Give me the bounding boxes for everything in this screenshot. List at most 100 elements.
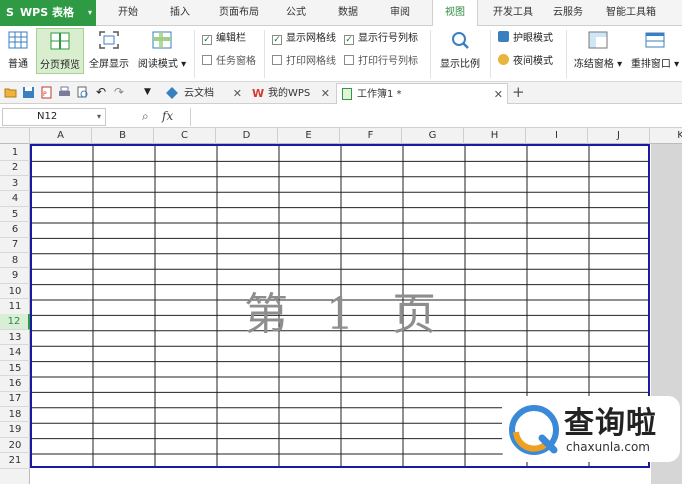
- eye-protection-icon: [498, 31, 509, 42]
- ribbon-view-panel: 普通 分页预览 全屏显示 阅读模式 ▾ ✓ 编辑栏 任务窗格 ✓ 显示网格线 打印网…: [0, 26, 682, 82]
- save-icon[interactable]: [22, 86, 35, 99]
- checkbox-unchecked-icon: [344, 55, 354, 65]
- tab-smart-toolbox[interactable]: 智能工具箱: [596, 0, 666, 26]
- column-header[interactable]: B: [92, 128, 154, 144]
- tab-review[interactable]: 审阅: [376, 0, 424, 26]
- close-icon[interactable]: ✕: [233, 83, 242, 104]
- tab-data[interactable]: 数据: [324, 0, 372, 26]
- row-header[interactable]: 19: [0, 422, 30, 438]
- freeze-panes-button[interactable]: 冻结窗格 ▾: [570, 28, 626, 74]
- reading-mode-icon: [152, 31, 172, 49]
- column-header[interactable]: H: [464, 128, 526, 144]
- show-gridlines-checkbox[interactable]: ✓ 显示网格线: [272, 32, 336, 46]
- column-header[interactable]: K: [650, 128, 682, 144]
- ribbon-divider: [194, 30, 195, 78]
- page-break-preview-icon: [50, 32, 70, 50]
- export-pdf-icon[interactable]: P: [40, 86, 53, 99]
- night-mode-label: 夜间模式: [513, 56, 553, 67]
- night-mode-button[interactable]: 夜间模式: [498, 54, 553, 68]
- fullscreen-button[interactable]: 全屏显示: [86, 28, 132, 74]
- column-header[interactable]: F: [340, 128, 402, 144]
- tab-developer[interactable]: 开发工具: [484, 0, 542, 26]
- print-gridlines-checkbox[interactable]: 打印网格线: [272, 55, 336, 69]
- formula-input[interactable]: [190, 108, 680, 126]
- close-icon[interactable]: ✕: [321, 83, 330, 104]
- tab-formulas[interactable]: 公式: [274, 0, 318, 26]
- column-header[interactable]: I: [526, 128, 588, 144]
- tab-page-layout[interactable]: 页面布局: [208, 0, 270, 26]
- chevron-down-icon[interactable]: ▾: [97, 109, 101, 125]
- doc-tab-my-wps[interactable]: W 我的WPS ✕: [248, 83, 334, 104]
- name-box[interactable]: N12 ▾: [2, 108, 106, 126]
- print-icon[interactable]: [58, 86, 71, 99]
- doc-tab-workbook1[interactable]: 工作簿1 * ✕: [336, 83, 508, 104]
- row-header[interactable]: 13: [0, 330, 30, 346]
- fx-icon[interactable]: fx: [162, 109, 173, 123]
- row-header[interactable]: 17: [0, 391, 30, 407]
- row-header[interactable]: 16: [0, 376, 30, 392]
- ribbon-divider: [430, 30, 431, 78]
- freeze-panes-dropdown-icon[interactable]: ▾: [614, 59, 622, 70]
- rearrange-windows-button[interactable]: 重排窗口 ▾: [628, 28, 682, 74]
- zoom-label: 显示比例: [440, 59, 480, 70]
- row-header[interactable]: 14: [0, 345, 30, 361]
- show-row-col-headers-checkbox[interactable]: ✓ 显示行号列标: [344, 32, 418, 46]
- row-header[interactable]: 15: [0, 361, 30, 377]
- show-row-col-headers-label: 显示行号列标: [358, 33, 418, 44]
- undo-icon[interactable]: ↶: [96, 85, 109, 99]
- app-menu-button[interactable]: S WPS 表格 ▾: [0, 0, 96, 26]
- row-header[interactable]: 18: [0, 407, 30, 423]
- column-header[interactable]: A: [30, 128, 92, 144]
- row-header[interactable]: 3: [0, 176, 30, 192]
- rearrange-windows-dropdown-icon[interactable]: ▾: [671, 59, 679, 70]
- tab-view[interactable]: 视图: [432, 0, 478, 27]
- reading-mode-button[interactable]: 阅读模式 ▾: [136, 28, 188, 74]
- row-header[interactable]: 5: [0, 207, 30, 223]
- column-header[interactable]: D: [216, 128, 278, 144]
- row-header[interactable]: 8: [0, 253, 30, 269]
- tab-insert[interactable]: 插入: [156, 0, 204, 26]
- tab-home[interactable]: 开始: [104, 0, 152, 26]
- row-header[interactable]: 6: [0, 222, 30, 238]
- row-header[interactable]: 2: [0, 160, 30, 176]
- toolbar-dropdown-icon[interactable]: ▼: [144, 87, 157, 100]
- print-preview-icon[interactable]: [76, 86, 89, 99]
- select-all-corner[interactable]: [0, 128, 30, 144]
- row-header[interactable]: 21: [0, 453, 30, 469]
- rearrange-windows-icon: [645, 32, 665, 48]
- row-header[interactable]: 11: [0, 299, 30, 315]
- zoom-button[interactable]: 显示比例: [436, 28, 484, 74]
- column-header[interactable]: E: [278, 128, 340, 144]
- row-header[interactable]: 10: [0, 284, 30, 300]
- eye-protection-button[interactable]: 护眼模式: [498, 31, 553, 45]
- page-break-preview-label: 分页预览: [40, 60, 80, 71]
- row-header[interactable]: 1: [0, 145, 30, 161]
- normal-view-label: 普通: [8, 59, 28, 70]
- redo-icon[interactable]: ↷: [114, 85, 127, 99]
- reading-mode-dropdown-icon[interactable]: ▾: [178, 59, 186, 70]
- column-header[interactable]: J: [588, 128, 650, 144]
- edit-bar-checkbox[interactable]: ✓ 编辑栏: [202, 32, 246, 46]
- tab-cloud-service[interactable]: 云服务: [546, 0, 590, 26]
- row-header[interactable]: 9: [0, 268, 30, 284]
- task-pane-checkbox[interactable]: 任务窗格: [202, 55, 256, 69]
- new-tab-plus-icon[interactable]: +: [512, 83, 525, 101]
- doc-tab-cloud[interactable]: 云文档 ✕: [162, 83, 246, 104]
- normal-view-button[interactable]: 普通: [2, 28, 34, 74]
- row-header[interactable]: 7: [0, 237, 30, 253]
- rearrange-windows-label: 重排窗口: [630, 59, 671, 70]
- row-header[interactable]: 4: [0, 191, 30, 207]
- open-folder-icon[interactable]: [4, 86, 17, 99]
- ribbon-divider: [566, 30, 567, 78]
- row-header[interactable]: 12: [0, 314, 30, 330]
- row-header[interactable]: 20: [0, 438, 30, 454]
- page-break-preview-button[interactable]: 分页预览: [36, 28, 84, 74]
- name-box-value: N12: [37, 111, 58, 122]
- close-icon[interactable]: ✕: [494, 84, 503, 105]
- column-header[interactable]: C: [154, 128, 216, 144]
- print-row-col-headers-checkbox[interactable]: 打印行号列标: [344, 55, 418, 69]
- magnifier-icon[interactable]: ⌕: [142, 109, 149, 124]
- fullscreen-label: 全屏显示: [89, 59, 129, 70]
- column-header[interactable]: G: [402, 128, 464, 144]
- spreadsheet-icon: [342, 88, 352, 100]
